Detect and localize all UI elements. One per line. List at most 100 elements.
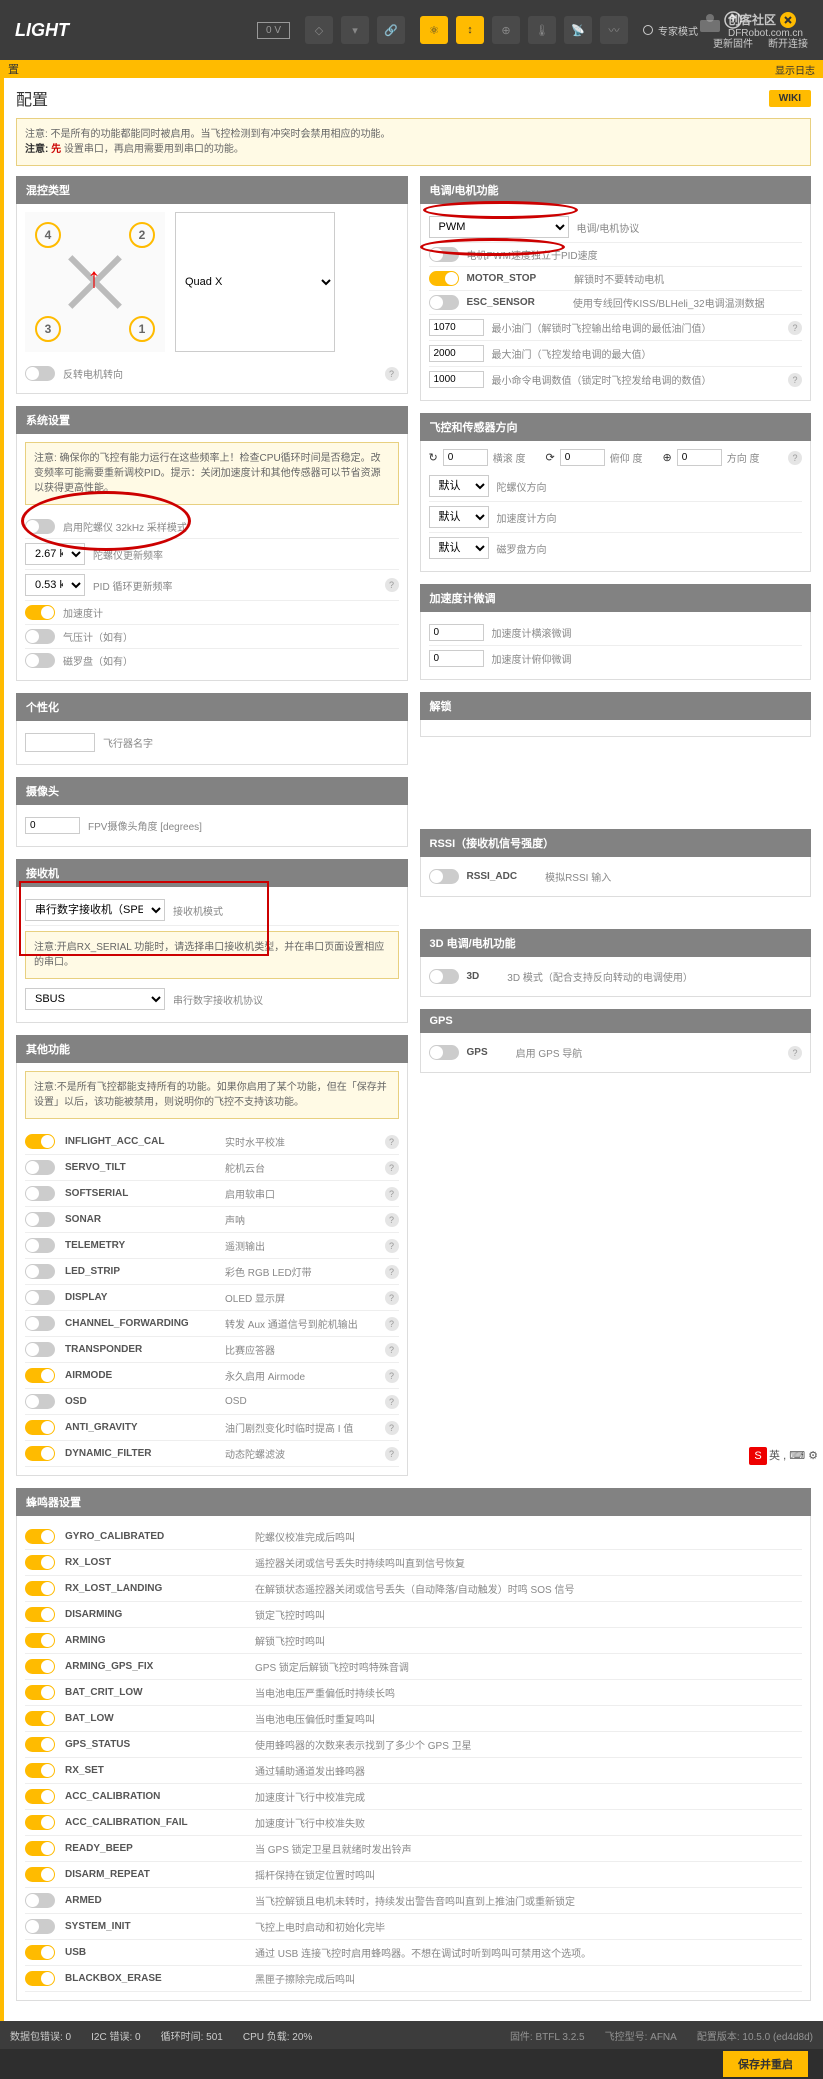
page-warning: 注意: 不是所有的功能都能同时被启用。当飞控检测到有冲突时会禁用相应的功能。 注… (16, 118, 811, 166)
help-icon[interactable]: ? (385, 1135, 399, 1149)
beeper-toggle-RX_LOST[interactable] (25, 1555, 55, 1570)
help-icon[interactable]: ? (788, 373, 802, 387)
roll-input[interactable] (443, 449, 488, 466)
help-icon[interactable]: ? (788, 451, 802, 465)
min-throttle-input[interactable] (429, 319, 484, 336)
help-icon[interactable]: ? (385, 1395, 399, 1409)
beeper-toggle-BAT_LOW[interactable] (25, 1711, 55, 1726)
show-log-link[interactable]: 显示日志 (775, 62, 815, 77)
beeper-toggle-READY_BEEP[interactable] (25, 1841, 55, 1856)
help-icon[interactable]: ? (385, 1447, 399, 1461)
pwm-rate-toggle[interactable] (429, 247, 459, 262)
reverse-motor-toggle[interactable] (25, 366, 55, 381)
motor-stop-toggle[interactable] (429, 271, 459, 286)
acc-icon[interactable]: ↕ (456, 16, 484, 44)
pid-rate-select[interactable]: 0.53 kHz (25, 574, 85, 596)
rssi-adc-toggle[interactable] (429, 869, 459, 884)
expert-mode[interactable]: 专家模式 (643, 23, 698, 38)
help-icon[interactable]: ? (385, 1213, 399, 1227)
feature-toggle-INFLIGHT_ACC_CAL[interactable] (25, 1134, 55, 1149)
beeper-toggle-ARMING_GPS_FIX[interactable] (25, 1659, 55, 1674)
beeper-toggle-ARMED[interactable] (25, 1893, 55, 1908)
esc-protocol-select[interactable]: PWM (429, 216, 569, 238)
beeper-name: DISARM_REPEAT (65, 1869, 245, 1880)
help-icon[interactable]: ? (385, 1369, 399, 1383)
feature-toggle-CHANNEL_FORWARDING[interactable] (25, 1316, 55, 1331)
gps-toggle[interactable] (429, 1045, 459, 1060)
wiki-button[interactable]: WIKI (769, 90, 811, 107)
beeper-toggle-RX_LOST_LANDING[interactable] (25, 1581, 55, 1596)
gyro-rate-select[interactable]: 2.67 kHz (25, 543, 85, 565)
acc-align-select[interactable]: 默认 (429, 506, 489, 528)
feature-toggle-ANTI_GRAVITY[interactable] (25, 1420, 55, 1435)
feature-toggle-TELEMETRY[interactable] (25, 1238, 55, 1253)
help-icon[interactable]: ? (385, 1317, 399, 1331)
beeper-toggle-ARMING[interactable] (25, 1633, 55, 1648)
help-icon[interactable]: ? (385, 367, 399, 381)
mag-align-select[interactable]: 默认 (429, 537, 489, 559)
yaw-input[interactable] (677, 449, 722, 466)
help-icon[interactable]: ? (385, 1265, 399, 1279)
feature-toggle-SOFTSERIAL[interactable] (25, 1186, 55, 1201)
beeper-toggle-GPS_STATUS[interactable] (25, 1737, 55, 1752)
cam-angle-input[interactable] (25, 817, 80, 834)
beeper-toggle-DISARM_REPEAT[interactable] (25, 1867, 55, 1882)
help-icon[interactable]: ? (385, 1187, 399, 1201)
beeper-toggle-ACC_CALIBRATION[interactable] (25, 1789, 55, 1804)
tab-left: 置 (8, 61, 19, 77)
craft-name-input[interactable] (25, 733, 95, 752)
cycle-time: 循环时间: 501 (161, 2028, 223, 2043)
feature-toggle-DYNAMIC_FILTER[interactable] (25, 1446, 55, 1461)
mag-toggle[interactable] (25, 653, 55, 668)
beeper-name: ARMED (65, 1895, 245, 1906)
save-reboot-button[interactable]: 保存并重启 (723, 2051, 808, 2077)
help-icon[interactable]: ? (385, 578, 399, 592)
beeper-toggle-DISARMING[interactable] (25, 1607, 55, 1622)
feature-toggle-DISPLAY[interactable] (25, 1290, 55, 1305)
feature-toggle-SONAR[interactable] (25, 1212, 55, 1227)
beeper-toggle-BAT_CRIT_LOW[interactable] (25, 1685, 55, 1700)
help-icon[interactable]: ? (385, 1161, 399, 1175)
baro-toggle[interactable] (25, 629, 55, 644)
mixer-select[interactable]: Quad X (175, 212, 335, 352)
min-cmd-input[interactable] (429, 371, 484, 388)
acctrim-pitch-input[interactable] (429, 650, 484, 667)
gyro-align-select[interactable]: 默认 (429, 475, 489, 497)
beeper-toggle-USB[interactable] (25, 1945, 55, 1960)
help-icon[interactable]: ? (788, 1046, 802, 1060)
feature-toggle-AIRMODE[interactable] (25, 1368, 55, 1383)
sonar-icon[interactable]: 〰 (600, 16, 628, 44)
feature-toggle-SERVO_TILT[interactable] (25, 1160, 55, 1175)
help-icon[interactable]: ? (385, 1343, 399, 1357)
ime-indicator: S英 , ⌨ ⚙ (749, 1447, 818, 1465)
help-icon[interactable]: ? (385, 1421, 399, 1435)
feature-toggle-LED_STRIP[interactable] (25, 1264, 55, 1279)
acc-toggle[interactable] (25, 605, 55, 620)
feature-toggle-OSD[interactable] (25, 1394, 55, 1409)
mag-icon[interactable]: ⊕ (492, 16, 520, 44)
help-icon[interactable]: ? (788, 321, 802, 335)
esc-sensor-toggle[interactable] (429, 295, 459, 310)
max-throttle-input[interactable] (429, 345, 484, 362)
beeper-desc: 使用蜂鸣器的次数来表示找到了多少个 GPS 卫星 (255, 1737, 802, 1752)
rx-mode-select[interactable]: 串行数字接收机（SPEKSAT,SBUS） (25, 899, 165, 921)
gyro-icon[interactable]: ⚛ (420, 16, 448, 44)
beeper-toggle-SYSTEM_INIT[interactable] (25, 1919, 55, 1934)
feature-toggle-TRANSPONDER[interactable] (25, 1342, 55, 1357)
3d-toggle[interactable] (429, 969, 459, 984)
beeper-toggle-RX_SET[interactable] (25, 1763, 55, 1778)
acctrim-roll-input[interactable] (429, 624, 484, 641)
gyro32-label: 启用陀螺仪 32kHz 采样模式 (63, 519, 187, 534)
i2c-err: I2C 错误: 0 (91, 2028, 140, 2043)
help-icon[interactable]: ? (385, 1239, 399, 1253)
beeper-name: ARMING_GPS_FIX (65, 1661, 245, 1672)
baro-icon[interactable]: 🌡 (528, 16, 556, 44)
rx-serial-select[interactable]: SBUS (25, 988, 165, 1010)
gps-icon[interactable]: 📡 (564, 16, 592, 44)
beeper-toggle-GYRO_CALIBRATED[interactable] (25, 1529, 55, 1544)
gyro32-toggle[interactable] (25, 519, 55, 534)
pitch-input[interactable] (560, 449, 605, 466)
beeper-toggle-BLACKBOX_ERASE[interactable] (25, 1971, 55, 1986)
beeper-toggle-ACC_CALIBRATION_FAIL[interactable] (25, 1815, 55, 1830)
help-icon[interactable]: ? (385, 1291, 399, 1305)
